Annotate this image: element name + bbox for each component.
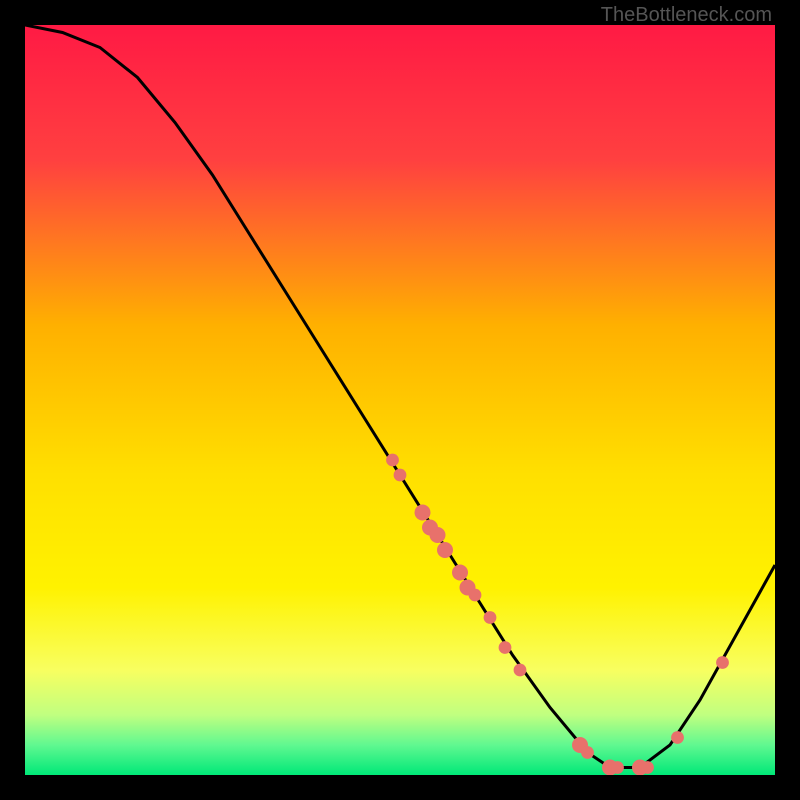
data-point (499, 641, 512, 654)
chart-svg (25, 25, 775, 775)
data-point (469, 589, 482, 602)
data-point (641, 761, 654, 774)
data-point (484, 611, 497, 624)
data-point (394, 469, 407, 482)
gradient-background (25, 25, 775, 775)
data-point (581, 746, 594, 759)
data-point (415, 505, 431, 521)
watermark-text: TheBottleneck.com (601, 4, 772, 27)
data-point (386, 454, 399, 467)
data-point (611, 761, 624, 774)
data-point (514, 664, 527, 677)
data-point (452, 565, 468, 581)
data-point (671, 731, 684, 744)
data-point (437, 542, 453, 558)
data-point (716, 656, 729, 669)
data-point (430, 527, 446, 543)
chart-container: { "watermark": "TheBottleneck.com", "cha… (0, 0, 800, 800)
plot-area (25, 25, 775, 775)
